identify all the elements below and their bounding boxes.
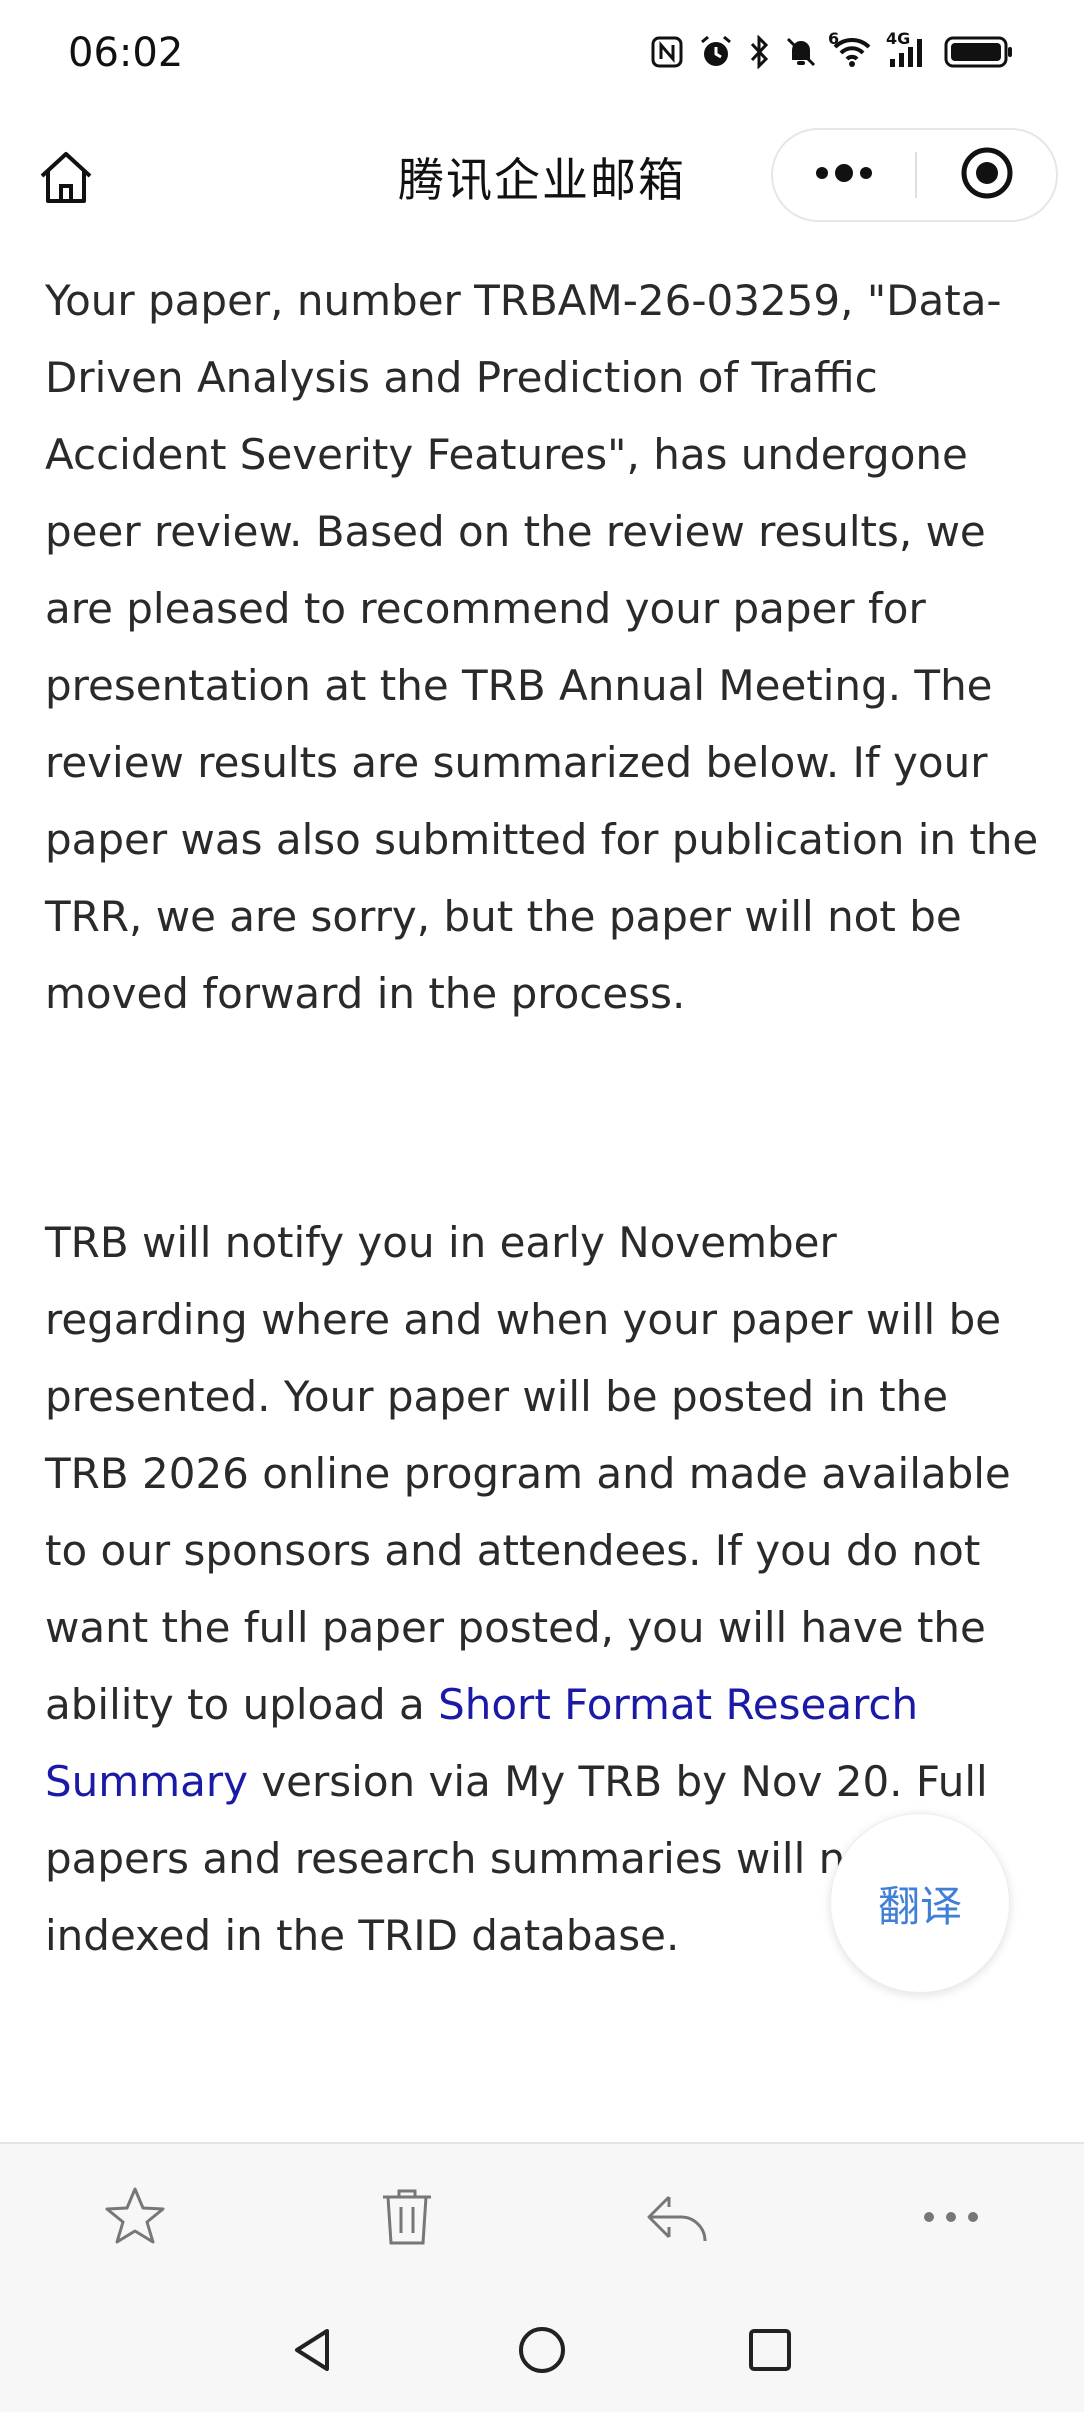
trash-icon [373,2183,441,2255]
close-target-icon [959,145,1015,205]
delete-button[interactable] [362,2174,452,2264]
battery-icon [944,35,1014,69]
back-triangle-icon [287,2325,337,2379]
email-body: Your paper, number TRBAM-26-03259, "Data… [45,262,1045,1974]
email-toolbar [0,2142,1084,2292]
star-icon [101,2183,169,2255]
email-paragraph: Your paper, number TRBAM-26-03259, "Data… [45,276,1039,1018]
network-type: 4G [886,29,911,48]
wifi-icon: 6 [828,29,872,69]
more-actions-button[interactable] [906,2174,996,2264]
more-dots-icon [812,163,876,187]
nav-recents-button[interactable] [730,2312,810,2392]
nfc-icon [650,35,684,69]
system-nav-bar [0,2292,1084,2412]
more-options-button[interactable] [773,130,915,220]
wifi-label: 6 [828,29,840,48]
paragraph-text: TRB will notify you in early November re… [45,1218,1011,1729]
mini-program-capsule [771,128,1058,222]
bluetooth-icon [748,35,770,69]
status-icons: 6 4G [650,29,1014,70]
alarm-icon [698,34,734,70]
home-circle-icon [516,2324,568,2380]
bell-muted-icon [784,35,818,69]
star-button[interactable] [90,2174,180,2264]
status-bar: 06:02 6 4G [0,0,1084,110]
home-button[interactable] [34,146,98,210]
more-horizontal-icon [921,2209,981,2229]
translate-button[interactable]: 翻译 [830,1813,1010,1993]
status-time: 06:02 [68,30,184,76]
recents-square-icon [746,2326,794,2378]
reply-icon [641,2183,713,2255]
app-header: 腾讯企业邮箱 [0,120,1084,230]
nav-home-button[interactable] [502,2312,582,2392]
close-program-button[interactable] [917,130,1056,220]
nav-back-button[interactable] [272,2312,352,2392]
reply-button[interactable] [632,2174,722,2264]
cellular-icon: 4G [886,29,930,69]
home-icon [34,152,98,214]
